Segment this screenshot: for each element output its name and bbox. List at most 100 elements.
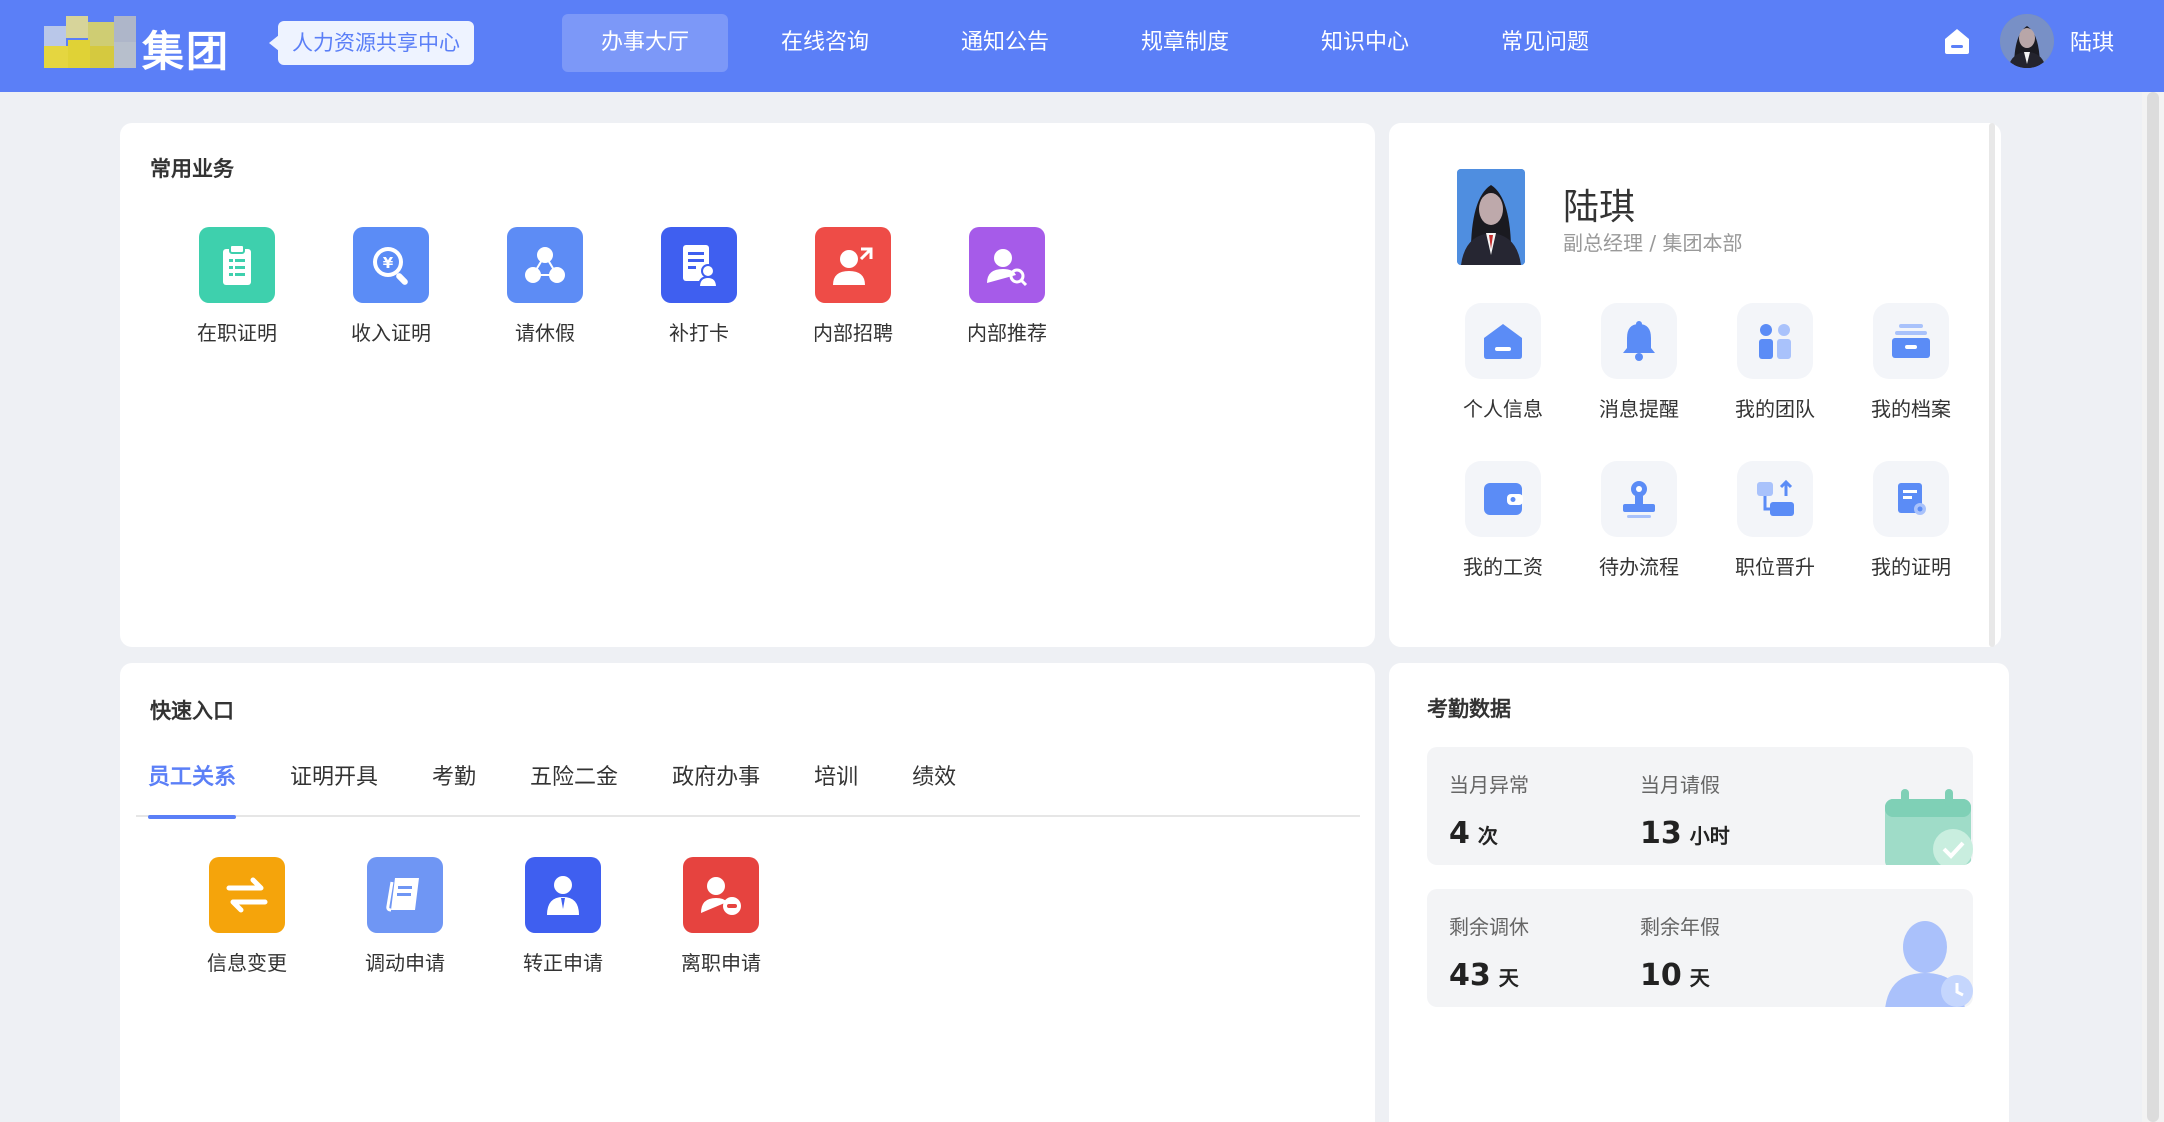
stat-monthly-abnormal: 当月异常 4次 bbox=[1449, 769, 1529, 851]
card-title: 快速入口 bbox=[150, 699, 234, 723]
profile-item-personal-info[interactable]: 个人信息 bbox=[1435, 303, 1571, 461]
nav-item-notices[interactable]: 通知公告 bbox=[922, 14, 1088, 72]
profile-scrollbar[interactable] bbox=[1989, 123, 1995, 647]
quick-item-label: 信息变更 bbox=[207, 951, 287, 975]
tab-employee-relations[interactable]: 员工关系 bbox=[148, 757, 237, 819]
stat-value: 13 bbox=[1640, 816, 1682, 851]
quick-item-info-change[interactable]: 信息变更 bbox=[168, 857, 326, 976]
attendance-block-remaining[interactable]: 剩余调休 43 天 剩余年假 10 天 bbox=[1427, 889, 1973, 1007]
person-card-icon bbox=[1465, 303, 1541, 379]
quick-item-label: 转正申请 bbox=[523, 951, 603, 975]
quick-entry-tabs: 员工关系 证明开具 考勤 五险二金 政府办事 培训 绩效 bbox=[136, 757, 1360, 819]
main-nav: 办事大厅 在线咨询 通知公告 规章制度 知识中心 常见问题 bbox=[562, 14, 1642, 72]
biz-item-internal-referral[interactable]: 内部推荐 bbox=[930, 227, 1084, 346]
nav-item-knowledge[interactable]: 知识中心 bbox=[1282, 14, 1448, 72]
book-icon bbox=[367, 857, 443, 933]
nav-item-faq[interactable]: 常见问题 bbox=[1462, 14, 1628, 72]
attendance-card: 考勤数据 当月异常 4次 当月请假 13 小时 剩余调休 43 天 剩余年假 10 天 bbox=[1389, 663, 2009, 1122]
page-scrollbar[interactable] bbox=[2142, 92, 2164, 1122]
profile-item-label: 待办流程 bbox=[1599, 555, 1679, 579]
tab-government[interactable]: 政府办事 bbox=[672, 757, 760, 817]
profile-item-promotion[interactable]: 职位晋升 bbox=[1707, 461, 1843, 619]
biz-item-label: 内部推荐 bbox=[967, 321, 1047, 345]
quick-item-regularization[interactable]: 转正申请 bbox=[484, 857, 642, 976]
stat-remaining-comp-leave: 剩余调休 43 天 bbox=[1449, 911, 1529, 993]
tab-certificates[interactable]: 证明开具 bbox=[290, 757, 378, 817]
svg-text:¥: ¥ bbox=[383, 254, 394, 272]
profile-item-label: 职位晋升 bbox=[1735, 555, 1815, 579]
archive-icon bbox=[1873, 303, 1949, 379]
quick-item-label: 调动申请 bbox=[365, 951, 445, 975]
profile-item-label: 个人信息 bbox=[1463, 397, 1543, 421]
common-business-card: 常用业务 在职证明 ¥ 收入证明 请休假 补打卡 内部招聘 内部推荐 bbox=[120, 123, 1375, 647]
profile-item-my-certificate[interactable]: 我的证明 bbox=[1843, 461, 1979, 619]
stat-monthly-leave: 当月请假 13 小时 bbox=[1640, 769, 1730, 851]
stat-value: 10 bbox=[1640, 958, 1682, 993]
bell-icon bbox=[1601, 303, 1677, 379]
stat-value: 4 bbox=[1449, 816, 1470, 851]
quick-item-transfer[interactable]: 调动申请 bbox=[326, 857, 484, 976]
profile-photo bbox=[1457, 169, 1525, 265]
profile-item-salary[interactable]: 我的工资 bbox=[1435, 461, 1571, 619]
biz-item-clock-in[interactable]: 补打卡 bbox=[622, 227, 776, 346]
quick-entry-grid: 信息变更 调动申请 转正申请 离职申请 bbox=[168, 857, 800, 976]
user-remove-icon bbox=[683, 857, 759, 933]
wallet-icon bbox=[1465, 461, 1541, 537]
stat-unit: 天 bbox=[1498, 966, 1519, 990]
profile-name: 陆琪 bbox=[1563, 187, 1636, 228]
group-icon bbox=[507, 227, 583, 303]
profile-item-label: 我的团队 bbox=[1735, 397, 1815, 421]
user-arrow-icon bbox=[815, 227, 891, 303]
profile-item-messages[interactable]: 消息提醒 bbox=[1571, 303, 1707, 461]
user-name[interactable]: 陆琪 bbox=[2070, 25, 2114, 57]
employee-icon bbox=[525, 857, 601, 933]
tab-attendance[interactable]: 考勤 bbox=[432, 757, 476, 817]
calendar-check-icon bbox=[1885, 789, 1973, 865]
biz-item-employment-cert[interactable]: 在职证明 bbox=[160, 227, 314, 346]
attendance-block-monthly[interactable]: 当月异常 4次 当月请假 13 小时 bbox=[1427, 747, 1973, 865]
biz-item-income-cert[interactable]: ¥ 收入证明 bbox=[314, 227, 468, 346]
nav-item-online-consult[interactable]: 在线咨询 bbox=[742, 14, 908, 72]
top-nav-bar: 集团 人力资源共享中心 办事大厅 在线咨询 通知公告 规章制度 知识中心 常见问… bbox=[0, 0, 2164, 92]
stat-label: 剩余年假 bbox=[1640, 915, 1720, 939]
tab-performance[interactable]: 绩效 bbox=[912, 757, 956, 817]
profile-item-team[interactable]: 我的团队 bbox=[1707, 303, 1843, 461]
document-user-icon bbox=[661, 227, 737, 303]
card-title: 考勤数据 bbox=[1427, 697, 1511, 721]
stat-label: 当月请假 bbox=[1640, 773, 1720, 797]
profile-card: 陆琪 副总经理 / 集团本部 个人信息 消息提醒 我的团队 我的档案 我的工资 … bbox=[1389, 123, 2001, 647]
stat-unit: 天 bbox=[1689, 966, 1710, 990]
nav-item-service-hall[interactable]: 办事大厅 bbox=[562, 14, 728, 72]
quick-item-resignation[interactable]: 离职申请 bbox=[642, 857, 800, 976]
common-business-grid: 在职证明 ¥ 收入证明 请休假 补打卡 内部招聘 内部推荐 bbox=[160, 227, 1084, 346]
biz-item-internal-recruit[interactable]: 内部招聘 bbox=[776, 227, 930, 346]
tab-insurance[interactable]: 五险二金 bbox=[530, 757, 618, 817]
home-icon[interactable] bbox=[1942, 26, 1972, 56]
company-logo[interactable] bbox=[44, 16, 136, 72]
stat-label: 当月异常 bbox=[1449, 773, 1529, 797]
biz-item-leave[interactable]: 请休假 bbox=[468, 227, 622, 346]
company-logo-text: 集团 bbox=[142, 27, 231, 76]
clipboard-icon bbox=[199, 227, 275, 303]
promotion-icon bbox=[1737, 461, 1813, 537]
profile-item-label: 消息提醒 bbox=[1599, 397, 1679, 421]
user-search-icon bbox=[969, 227, 1045, 303]
stat-label: 剩余调休 bbox=[1449, 915, 1529, 939]
stat-value: 43 bbox=[1449, 958, 1491, 993]
profile-shortcuts: 个人信息 消息提醒 我的团队 我的档案 我的工资 待办流程 职位晋升 我的证明 bbox=[1435, 303, 1995, 619]
money-search-icon: ¥ bbox=[353, 227, 429, 303]
stat-remaining-annual-leave: 剩余年假 10 天 bbox=[1640, 911, 1720, 993]
quick-item-label: 离职申请 bbox=[681, 951, 761, 975]
tab-training[interactable]: 培训 bbox=[814, 757, 858, 817]
swap-icon bbox=[209, 857, 285, 933]
avatar[interactable] bbox=[1999, 14, 2054, 68]
biz-item-label: 收入证明 bbox=[351, 321, 431, 345]
profile-item-label: 我的档案 bbox=[1871, 397, 1951, 421]
card-title: 常用业务 bbox=[150, 157, 234, 181]
profile-item-pending-flow[interactable]: 待办流程 bbox=[1571, 461, 1707, 619]
page-scrollbar-thumb[interactable] bbox=[2147, 92, 2159, 1122]
profile-item-label: 我的工资 bbox=[1463, 555, 1543, 579]
nav-item-regulations[interactable]: 规章制度 bbox=[1102, 14, 1268, 72]
profile-item-archive[interactable]: 我的档案 bbox=[1843, 303, 1979, 461]
person-clock-icon bbox=[1885, 921, 1973, 1007]
